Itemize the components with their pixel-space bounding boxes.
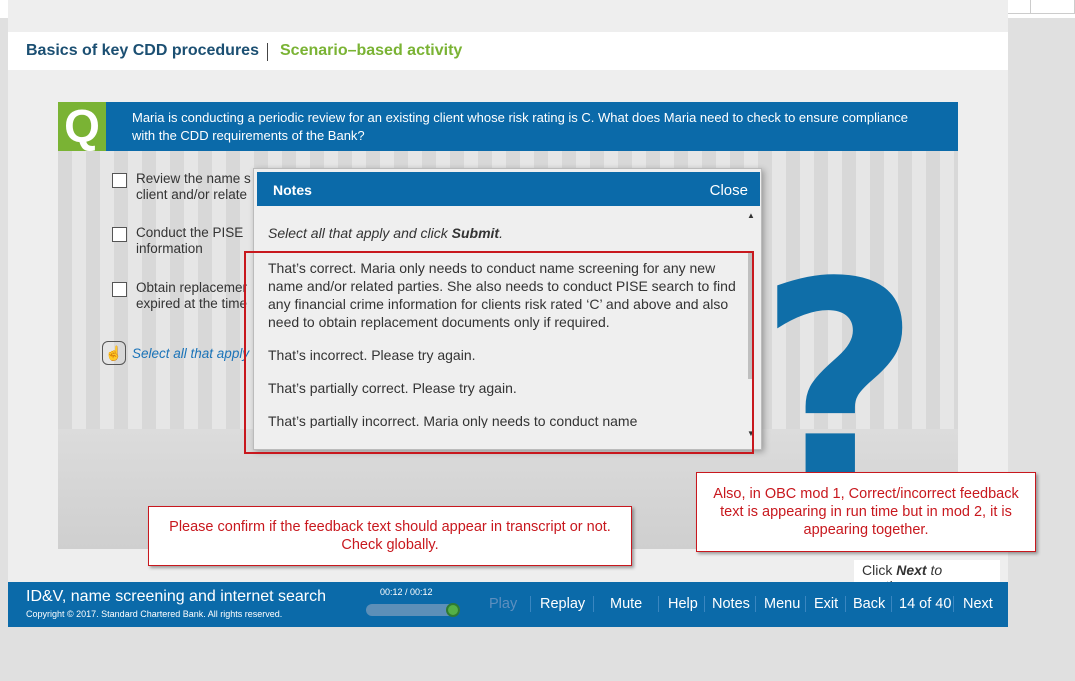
- hint-text: Select all that apply: [132, 345, 250, 361]
- review-comment-right: Also, in OBC mod 1, Correct/incorrect fe…: [696, 472, 1036, 552]
- notes-close-button[interactable]: Close: [710, 182, 748, 199]
- section-title: Scenario–based activity: [280, 42, 463, 59]
- header-divider: [267, 43, 268, 61]
- notes-instruction: Select all that apply and click Submit.: [268, 225, 503, 241]
- question-bar: Q Maria is conducting a periodic review …: [58, 102, 958, 151]
- option-1-checkbox[interactable]: [112, 173, 127, 188]
- option-2-checkbox[interactable]: [112, 227, 127, 242]
- module-title: ID&V, name screening and internet search: [26, 588, 327, 605]
- copyright-text: Copyright © 2017. Standard Chartered Ban…: [26, 609, 283, 619]
- hand-pointer-icon: ☝: [102, 341, 126, 365]
- review-comment-left: Please confirm if the feedback text shou…: [148, 506, 632, 566]
- exit-button[interactable]: Exit: [814, 596, 838, 612]
- time-display: 00:12 / 00:12: [380, 587, 433, 597]
- course-header: Basics of key CDD procedures Scenario–ba…: [8, 32, 1008, 70]
- notes-header: Notes Close: [257, 172, 760, 206]
- help-button[interactable]: Help: [668, 596, 698, 612]
- click-next-prompt: Click Next to continue: [854, 560, 1000, 594]
- review-highlight-box: [244, 251, 754, 454]
- instruction-hint: ☝ Select all that apply: [102, 341, 249, 365]
- play-button[interactable]: Play: [489, 596, 517, 612]
- player-footer: ID&V, name screening and internet search…: [8, 582, 1008, 627]
- menu-button[interactable]: Menu: [764, 596, 800, 612]
- scroll-up-icon[interactable]: ▲: [746, 211, 756, 221]
- option-3-checkbox[interactable]: [112, 282, 127, 297]
- next-button[interactable]: Next: [963, 596, 993, 612]
- notes-button[interactable]: Notes: [712, 596, 750, 612]
- replay-button[interactable]: Replay: [540, 596, 585, 612]
- question-text: Maria is conducting a periodic review fo…: [132, 110, 909, 143]
- course-title: Basics of key CDD procedures: [26, 42, 259, 59]
- notes-title: Notes: [273, 182, 312, 198]
- progress-knob[interactable]: [446, 603, 460, 617]
- back-button[interactable]: Back: [853, 596, 885, 612]
- mute-button[interactable]: Mute: [610, 596, 642, 612]
- question-badge: Q: [58, 102, 106, 151]
- page-counter: 14 of 40: [899, 596, 952, 612]
